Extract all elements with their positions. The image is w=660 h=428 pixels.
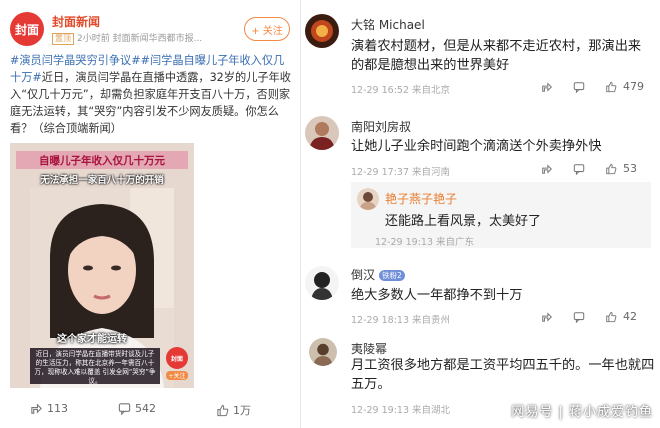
share-icon[interactable] xyxy=(541,81,553,93)
reply-icon[interactable] xyxy=(573,163,585,175)
comment-text: 绝大多数人一年都挣不到十万 xyxy=(351,288,523,303)
fan-badge: 铁粉2 xyxy=(379,270,405,281)
post-header: 封面 封面新闻 置顶 2小时前 封面新闻华西都市报... + 关注 xyxy=(10,12,290,46)
share-icon xyxy=(31,403,42,414)
comment-text: 月工资很多地方都是工资平均四五千的。一年也就四五万。 xyxy=(351,358,655,392)
comment-like-count: 42 xyxy=(623,310,637,323)
comments-panel: 大铭 Michael 演着农村题材，但是从来都不走近农村，那演出来的都是臆想出来… xyxy=(300,0,660,428)
video-caption-second: 无法承担一家百八十万的开销 xyxy=(40,175,164,186)
post-meta: 置顶 2小时前 封面新闻华西都市报... xyxy=(52,31,202,45)
comment-meta: 12-29 17:37 来自河南 xyxy=(351,167,451,178)
comment-like-count: 479 xyxy=(623,80,644,93)
thumbs-up-icon[interactable] xyxy=(605,163,617,175)
author-avatar[interactable]: 封面 xyxy=(10,12,44,46)
video-subtitle: 近日，演员闫学晶在直播带货时谈及儿子的生活压力，称其在北京养一年需百八十万，现称… xyxy=(30,348,160,385)
comment-count: 542 xyxy=(135,402,156,415)
comment-item: 南阳刘房叔 让她儿子业余时间跑个滴滴送个外卖挣外快 12-29 17:37 来自… xyxy=(301,112,660,252)
post-time-source: 2小时前 封面新闻华西都市报... xyxy=(77,34,203,44)
thumbs-up-icon[interactable] xyxy=(605,311,617,323)
comment-actions: 53 xyxy=(541,162,637,175)
reply-text: 还能路上看风景，太美好了 xyxy=(385,214,542,229)
reply-meta: 12-29 19:13 来自广东 xyxy=(375,237,475,248)
author-name[interactable]: 封面新闻 xyxy=(52,13,100,30)
comment-actions: 42 xyxy=(541,310,637,323)
reply-icon[interactable] xyxy=(573,311,585,323)
comment-actions: 479 xyxy=(541,80,644,93)
thumbs-up-icon xyxy=(217,404,229,416)
share-icon[interactable] xyxy=(541,163,553,175)
commenter-avatar[interactable] xyxy=(305,14,339,48)
reply-author[interactable]: 艳子燕子艳子 xyxy=(385,190,457,207)
video-thumbnail[interactable]: 自曝儿子年收入仅几十万元 无法承担一家百八十万的开销 这个家才能运转 近日，演员… xyxy=(10,143,194,388)
watermark: 网易号 | 蒋小成爱钓鱼 xyxy=(511,405,653,420)
post-panel: 封面 封面新闻 置顶 2小时前 封面新闻华西都市报... + 关注 #演员闫学晶哭… xyxy=(0,0,300,428)
comment-text: 演着农村题材，但是从来都不走近农村，那演出来的都是臆想出来的世界美好 xyxy=(351,39,642,73)
reply-avatar[interactable] xyxy=(357,188,379,210)
post-body: #演员闫学晶哭穷引争议##闫学晶自曝儿子年收入仅几十万#近日，演员闫学晶在直播中… xyxy=(10,52,292,137)
share-action[interactable]: 113 xyxy=(30,402,68,415)
commenter-name[interactable]: 夷陵幂 xyxy=(351,340,387,357)
comment-item: 倒汉 铁粉2 绝大多数人一年都挣不到十万 12-29 18:13 来自贵州 42 xyxy=(301,262,660,332)
hashtag-link[interactable]: #演员闫学晶哭穷引争议# xyxy=(10,54,141,67)
comment-action[interactable]: 542 xyxy=(118,402,156,415)
post-body-text: 近日，演员闫学晶在直播中透露，32岁的儿子年收入“仅几十万元”，却需负担家庭年开… xyxy=(10,71,291,135)
comment-meta: 12-29 18:13 来自贵州 xyxy=(351,315,451,326)
like-action[interactable]: 1万 xyxy=(216,402,251,418)
commenter-avatar[interactable] xyxy=(305,266,339,300)
comment-meta: 12-29 19:13 来自湖北 xyxy=(351,405,451,416)
video-caption-top: 自曝儿子年收入仅几十万元 xyxy=(16,151,188,169)
commenter-name[interactable]: 大铭 Michael xyxy=(351,16,425,33)
commenter-name[interactable]: 南阳刘房叔 xyxy=(351,118,411,135)
share-icon[interactable] xyxy=(541,311,553,323)
comment-meta: 12-29 16:52 来自北京 xyxy=(351,85,451,96)
reply-thread: 艳子燕子艳子 还能路上看风景，太美好了 12-29 19:13 来自广东 xyxy=(351,182,651,248)
commenter-name-row: 倒汉 铁粉2 xyxy=(351,266,405,283)
post-actions: 113 542 1万 xyxy=(10,402,290,422)
comment-icon xyxy=(118,403,131,415)
commenter-name[interactable]: 倒汉 xyxy=(351,268,375,282)
commenter-avatar[interactable] xyxy=(305,116,339,150)
like-count: 1万 xyxy=(233,404,251,417)
comment-like-count: 53 xyxy=(623,162,637,175)
video-caption-bottom: 这个家才能运转 xyxy=(57,333,127,345)
video-channel-logo: 封面 xyxy=(166,347,188,369)
pinned-badge: 置顶 xyxy=(52,33,74,45)
thumbs-up-icon[interactable] xyxy=(605,81,617,93)
video-follow-button[interactable]: +关注 xyxy=(166,371,188,380)
follow-button[interactable]: + 关注 xyxy=(244,17,290,41)
comment-item: 大铭 Michael 演着农村题材，但是从来都不走近农村，那演出来的都是臆想出来… xyxy=(301,10,660,102)
share-count: 113 xyxy=(47,402,68,415)
commenter-avatar[interactable] xyxy=(309,338,337,366)
comment-text: 让她儿子业余时间跑个滴滴送个外卖挣外快 xyxy=(351,139,602,154)
reply-icon[interactable] xyxy=(573,81,585,93)
